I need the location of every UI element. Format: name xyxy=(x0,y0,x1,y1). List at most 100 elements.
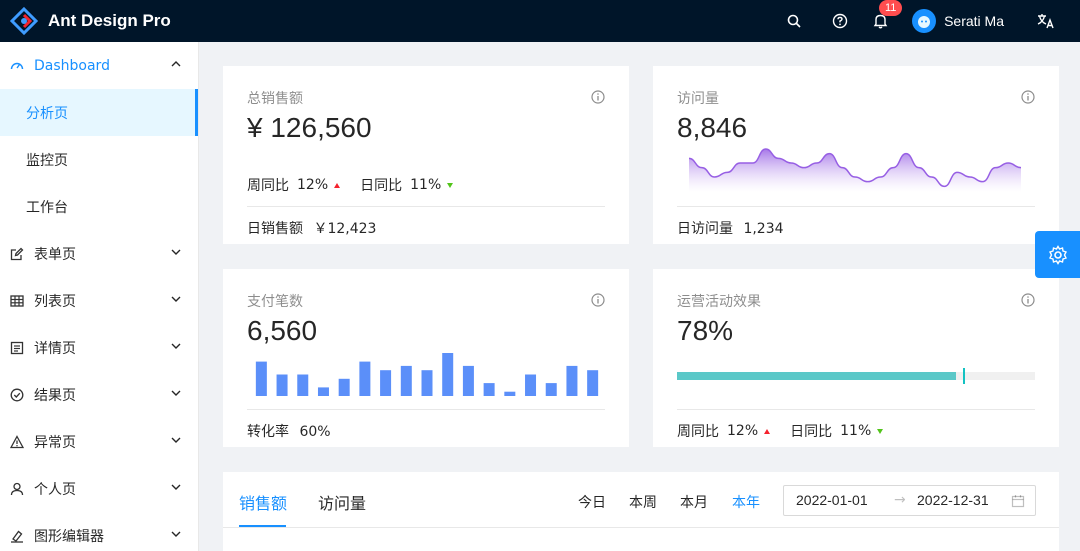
range-week[interactable]: 本周 xyxy=(629,492,657,512)
sidebar-item-account[interactable]: 个人页 xyxy=(0,465,198,512)
card-footer: 日销售额 ￥12,423 xyxy=(247,218,376,238)
info-circle-icon[interactable] xyxy=(1021,293,1035,307)
translate-icon[interactable] xyxy=(1036,11,1056,31)
week-compare-value: 12% xyxy=(727,423,759,439)
range-year[interactable]: 本年 xyxy=(732,492,760,512)
bar xyxy=(380,370,392,396)
sidebar-item-monitor[interactable]: 监控页 xyxy=(0,136,198,183)
date-end-input[interactable]: 2022-12-31 xyxy=(917,492,989,508)
sidebar-item-label: 监控页 xyxy=(26,152,68,169)
week-compare-label: 周同比 xyxy=(677,424,719,440)
visits-card: 访问量 8,846 日访问量 1,234 xyxy=(653,66,1059,244)
sidebar-item-result[interactable]: 结果页 xyxy=(0,371,198,418)
sidebar-item-label: 异常页 xyxy=(34,434,76,451)
bar xyxy=(525,374,537,396)
bar xyxy=(442,353,454,396)
sidebar-item-workplace[interactable]: 工作台 xyxy=(0,183,198,230)
divider xyxy=(247,206,605,207)
settings-drawer-button[interactable] xyxy=(1035,231,1080,278)
search-icon[interactable] xyxy=(784,11,804,31)
footer-label: 日访问量 xyxy=(677,221,733,237)
day-compare-value: 11% xyxy=(410,177,442,193)
profile-icon xyxy=(10,341,24,355)
info-circle-icon[interactable] xyxy=(591,293,605,307)
card-title: 访问量 xyxy=(677,91,719,107)
bar xyxy=(462,365,474,396)
top-header: Ant Design Pro Serati Ma 11 xyxy=(0,0,1080,42)
day-compare-label: 日同比 xyxy=(790,424,833,440)
bar xyxy=(317,387,329,396)
sidebar: Dashboard 分析页 监控页 工作台 表单页 列表页 详情页 结果页 异常… xyxy=(0,42,199,551)
range-today[interactable]: 今日 xyxy=(578,492,606,512)
info-circle-icon[interactable] xyxy=(591,90,605,104)
footer-value: 60% xyxy=(299,424,331,440)
user-icon xyxy=(10,482,24,496)
sidebar-item-label: 个人页 xyxy=(34,481,76,498)
date-range-picker[interactable]: 2022-01-01 → 2022-12-31 xyxy=(783,485,1036,516)
payments-card: 支付笔数 6,560 转化率 60% xyxy=(223,269,629,447)
sidebar-item-dashboard[interactable]: Dashboard xyxy=(0,42,198,89)
divider xyxy=(247,409,605,410)
chevron-down-icon xyxy=(171,296,181,302)
gear-icon xyxy=(1048,244,1067,265)
progress-bar xyxy=(677,368,1035,384)
bar xyxy=(359,361,371,396)
tab-sales[interactable]: 销售额 xyxy=(239,490,287,514)
bar xyxy=(483,383,495,396)
sales-panel: 销售额 访问量 今日 本周 本月 本年 2022-01-01 → 2022-12… xyxy=(223,472,1059,551)
caret-down-icon xyxy=(447,182,454,188)
sidebar-item-profile[interactable]: 详情页 xyxy=(0,324,198,371)
footer-value: ￥12,423 xyxy=(313,221,377,237)
tab-visits[interactable]: 访问量 xyxy=(318,490,366,514)
bar xyxy=(587,370,599,396)
arrow-right-icon: → xyxy=(894,492,906,508)
chevron-down-icon xyxy=(171,343,181,349)
ant-design-logo-icon xyxy=(10,7,38,35)
chevron-down-icon xyxy=(171,249,181,255)
bar xyxy=(545,383,557,396)
operations-card: 运营活动效果 78% 周同比 12% 日同比 11% xyxy=(653,269,1059,447)
sidebar-item-label: 分析页 xyxy=(26,105,68,122)
sidebar-item-analysis[interactable]: 分析页 xyxy=(0,89,198,136)
calendar-icon xyxy=(1011,495,1025,508)
logo[interactable]: Ant Design Pro xyxy=(0,7,200,35)
dashboard-icon xyxy=(10,59,24,73)
card-value: 78% xyxy=(677,315,734,346)
sidebar-item-form[interactable]: 表单页 xyxy=(0,230,198,277)
total-sales-card: 总销售额 ¥ 126,560 周同比 12% 日同比 11% 日销售额 ￥12,… xyxy=(223,66,629,244)
card-value: ¥ 126,560 xyxy=(247,112,372,143)
card-title: 支付笔数 xyxy=(247,294,303,310)
bar xyxy=(400,365,412,396)
info-circle-icon[interactable] xyxy=(1021,90,1035,104)
sidebar-item-editor[interactable]: 图形编辑器 xyxy=(0,512,198,551)
chevron-down-icon xyxy=(171,531,181,537)
question-icon[interactable] xyxy=(830,11,850,31)
trend-row: 周同比 12% 日同比 11% xyxy=(677,421,903,441)
form-icon xyxy=(10,247,24,261)
day-compare-value: 11% xyxy=(840,423,872,439)
app-title: Ant Design Pro xyxy=(48,11,171,30)
sidebar-item-label: 列表页 xyxy=(34,293,76,310)
chevron-down-icon xyxy=(171,484,181,490)
card-footer: 转化率 60% xyxy=(247,421,331,441)
progress-target-marker xyxy=(963,368,966,384)
user-menu[interactable]: Serati Ma xyxy=(912,9,1004,33)
chevron-down-icon xyxy=(171,390,181,396)
sidebar-item-label: 图形编辑器 xyxy=(34,528,104,545)
range-month[interactable]: 本月 xyxy=(680,492,708,512)
week-compare-label: 周同比 xyxy=(247,178,289,194)
date-start-input[interactable]: 2022-01-01 xyxy=(796,492,868,508)
sidebar-item-exception[interactable]: 异常页 xyxy=(0,418,198,465)
area-fill xyxy=(689,149,1021,192)
footer-label: 日销售额 xyxy=(247,221,303,237)
chevron-up-icon xyxy=(171,61,181,67)
card-title: 运营活动效果 xyxy=(677,294,761,310)
sidebar-item-label: Dashboard xyxy=(34,57,110,74)
day-compare-label: 日同比 xyxy=(360,178,403,194)
caret-down-icon xyxy=(877,428,884,434)
avatar xyxy=(912,9,937,33)
sidebar-item-list[interactable]: 列表页 xyxy=(0,277,198,324)
footer-label: 转化率 xyxy=(247,424,289,440)
bar xyxy=(421,370,433,396)
highlight-icon xyxy=(10,529,24,543)
